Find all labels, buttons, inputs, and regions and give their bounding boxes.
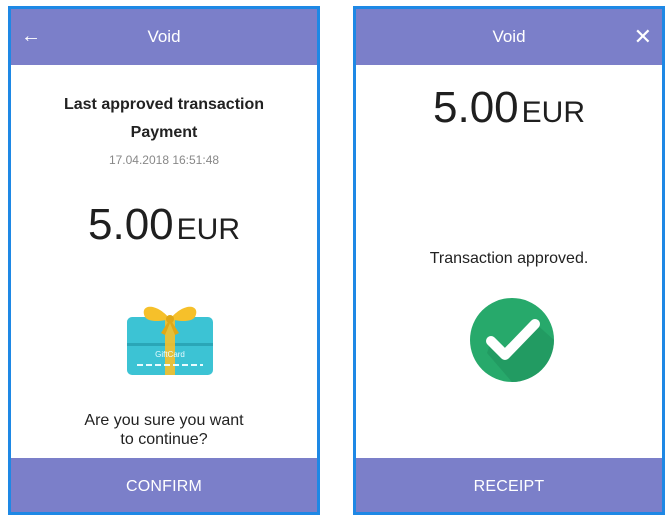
close-icon[interactable]: ✕ [634, 9, 652, 65]
amount-display: 5.00 EUR [356, 83, 662, 133]
transaction-datetime: 17.04.2018 16:51:48 [108, 153, 220, 167]
void-result-screen: Void ✕ 5.00 EUR Transaction approved. REC… [353, 6, 665, 515]
transaction-type: Payment [130, 124, 198, 141]
screen-title: Void [147, 27, 181, 46]
top-bar: ← Void [11, 9, 317, 65]
heading-last-approved: Last approved transaction [63, 96, 265, 113]
top-bar: Void ✕ [356, 9, 662, 65]
receipt-button[interactable]: RECEIPT [356, 458, 662, 512]
confirm-question-line1: Are you sure you want [84, 412, 244, 429]
confirm-button[interactable]: CONFIRM [11, 458, 317, 512]
screen-title: Void [492, 27, 526, 46]
amount-value: 5.00 [88, 200, 174, 249]
confirm-question-line2: to continue? [120, 431, 208, 448]
amount-value: 5.00 [433, 83, 519, 132]
gift-card-icon: GiftCard [127, 306, 213, 375]
void-confirm-screen: ← Void Last approved transaction Payment… [8, 6, 320, 515]
amount-currency: EUR [521, 96, 585, 129]
check-circle-icon [470, 298, 554, 382]
amount-currency: EUR [176, 213, 240, 246]
gift-card-label: GiftCard [155, 350, 185, 359]
amount-display: 5.00 EUR [11, 200, 317, 250]
status-message: Transaction approved. [429, 250, 589, 267]
